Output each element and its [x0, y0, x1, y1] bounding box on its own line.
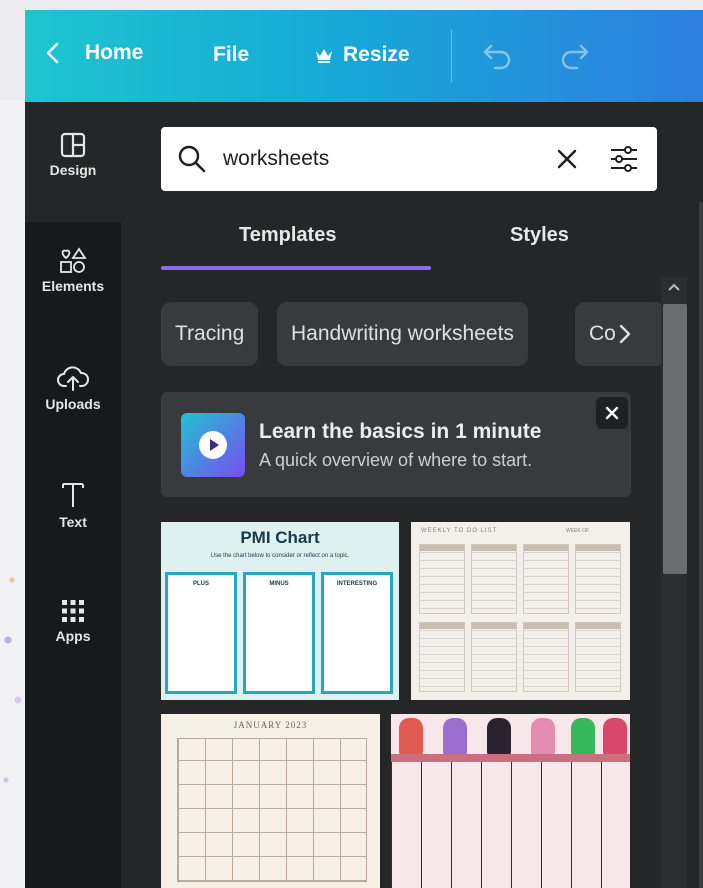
template-weekly-todo[interactable]: WEEKLY TO DO LIST WEEK OF	[411, 522, 630, 700]
todo-title: WEEKLY TO DO LIST	[421, 528, 498, 534]
cloud-upload-icon	[57, 366, 89, 391]
planner-figure	[571, 718, 595, 756]
todo-day-box	[419, 622, 465, 692]
sidebar-label-elements: Elements	[41, 278, 105, 294]
template-january-calendar[interactable]: JANUARY 2023	[161, 714, 380, 888]
todo-day-box	[523, 544, 569, 614]
sidebar-item-text[interactable]: Text	[25, 480, 121, 530]
tab-styles[interactable]: Styles	[510, 224, 569, 247]
search-bar	[161, 127, 657, 191]
filter-sliders-icon	[611, 146, 637, 172]
suggestion-chips: Tracing Handwriting worksheets Co	[161, 302, 661, 366]
planner-figure	[487, 718, 511, 756]
template-pmi-chart[interactable]: PMI Chart Use the chart below to conside…	[161, 522, 399, 700]
sidebar-label-text: Text	[59, 514, 87, 530]
todo-day-box	[575, 622, 621, 692]
play-icon	[199, 431, 227, 459]
pmi-title: PMI Chart	[240, 528, 320, 547]
canvas-edge	[699, 202, 703, 888]
active-tab-indicator	[161, 266, 431, 270]
sidebar-item-elements[interactable]: Elements	[25, 246, 121, 294]
video-thumbnail	[181, 413, 245, 477]
filter-button[interactable]	[609, 145, 639, 173]
scrollbar-thumb[interactable]	[663, 304, 687, 574]
calendar-title: JANUARY 2023	[233, 720, 308, 730]
close-icon	[605, 406, 619, 420]
sidebar-label-apps: Apps	[55, 628, 91, 644]
toolbar-divider	[451, 30, 452, 82]
pmi-column: MINUS	[243, 572, 315, 694]
undo-icon	[483, 44, 511, 70]
sidebar-label-uploads: Uploads	[45, 396, 101, 412]
pmi-col-label: PLUS	[192, 581, 209, 587]
todo-day-box	[471, 622, 517, 692]
todo-day-box	[523, 622, 569, 692]
promo-title: Learn the basics in 1 minute	[259, 420, 542, 443]
file-menu-button[interactable]: File	[213, 43, 249, 67]
chip-handwriting-worksheets[interactable]: Handwriting worksheets	[277, 302, 528, 366]
learn-basics-card[interactable]: Learn the basics in 1 minute A quick ove…	[161, 392, 631, 497]
todo-day-box	[419, 544, 465, 614]
apps-grid-icon	[62, 600, 84, 622]
pmi-subtitle: Use the chart below to consider or refle…	[210, 553, 350, 559]
planner-figure	[531, 718, 555, 756]
search-icon	[178, 145, 206, 173]
chevron-left-icon	[46, 42, 59, 64]
panel-tabs: Templates Styles	[161, 212, 657, 272]
pmi-column: PLUS	[165, 572, 237, 694]
promo-close-button[interactable]	[596, 397, 628, 429]
home-button[interactable]: Home	[43, 40, 143, 66]
resize-label: Resize	[343, 43, 410, 66]
clear-search-button[interactable]	[555, 147, 579, 171]
top-toolbar: Home File Resize	[25, 10, 703, 102]
chevron-up-icon	[668, 283, 680, 291]
sidebar-item-design[interactable]: Design	[25, 102, 121, 222]
planner-columns	[391, 762, 630, 888]
template-weekly-planner[interactable]	[391, 714, 630, 888]
chip-more-label: Co	[589, 322, 616, 345]
planner-header-bar	[391, 754, 630, 762]
sidebar: Design Elements Uploads Text Apps	[25, 102, 121, 888]
shapes-icon	[60, 247, 87, 273]
editor-app: Home File Resize Design Elements Uploads…	[25, 10, 703, 888]
resize-button[interactable]: Resize	[315, 43, 410, 67]
pmi-col-label: MINUS	[269, 581, 289, 587]
pmi-column: INTERESTING	[321, 572, 393, 694]
crown-icon	[316, 49, 332, 63]
redo-icon	[561, 44, 589, 70]
tab-templates[interactable]: Templates	[239, 224, 336, 247]
sidebar-item-uploads[interactable]: Uploads	[25, 364, 121, 412]
planner-illustration	[391, 714, 630, 756]
chip-more[interactable]: Co	[575, 302, 661, 366]
pmi-col-label: INTERESTING	[336, 581, 378, 587]
redo-button[interactable]	[557, 40, 591, 75]
todo-week-label: WEEK OF	[566, 528, 590, 534]
chip-tracing[interactable]: Tracing	[161, 302, 259, 366]
sidebar-item-apps[interactable]: Apps	[25, 598, 121, 644]
layout-icon	[60, 132, 86, 158]
planner-figure	[443, 718, 467, 756]
text-icon	[62, 483, 84, 507]
planner-figure	[603, 718, 627, 756]
home-label: Home	[85, 41, 144, 64]
close-icon	[557, 149, 577, 169]
todo-day-box	[575, 544, 621, 614]
search-input[interactable]	[223, 143, 523, 175]
calendar-grid	[177, 738, 367, 882]
file-label: File	[213, 43, 250, 66]
todo-day-box	[471, 544, 517, 614]
planner-figure	[399, 718, 423, 756]
sidebar-label-design: Design	[49, 162, 97, 178]
promo-subtitle: A quick overview of where to start.	[259, 450, 533, 470]
templates-panel: Templates Styles Tracing Handwriting wor…	[121, 102, 703, 888]
undo-button[interactable]	[481, 40, 515, 75]
chevron-right-icon	[619, 324, 631, 344]
